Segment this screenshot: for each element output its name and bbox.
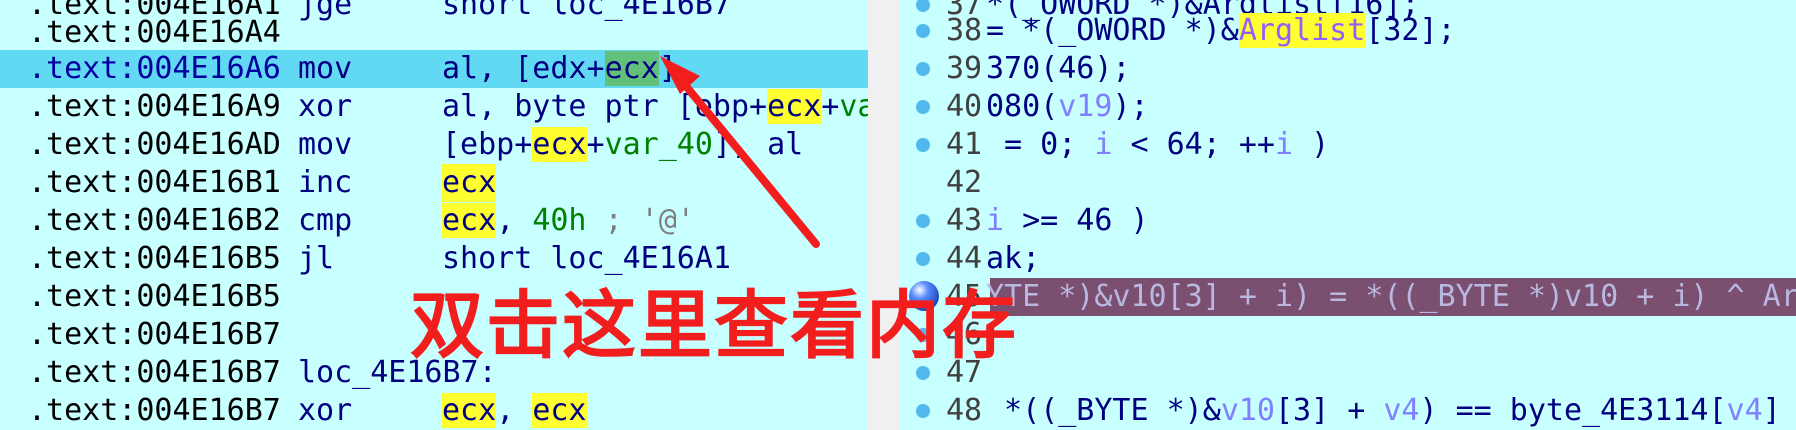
- line-number: 39: [946, 51, 983, 86]
- code-text[interactable]: YTE *)&v10[3] + i) = *((_BYTE *)v10 + i)…: [986, 278, 1796, 316]
- pseudo-line-breakpoint[interactable]: 45 YTE *)&v10[3] + i) = *((_BYTE *)v10 +…: [900, 278, 1796, 316]
- address: .text:004E16B7: [28, 355, 281, 390]
- mnemonic: mov: [298, 51, 353, 86]
- address: .text:004E16B1: [28, 165, 281, 200]
- pseudo-line[interactable]: 38 = *(_OWORD *)&Arglist[32];: [900, 12, 1796, 50]
- code-text[interactable]: ak;: [986, 240, 1040, 278]
- code-text[interactable]: 080(v19);: [986, 88, 1149, 126]
- operands[interactable]: ecx, 40h ; '@': [442, 202, 695, 240]
- annotation-text: 双击这里查看内存: [410, 283, 1018, 369]
- pseudo-line[interactable]: 39 370(46);: [900, 50, 1796, 88]
- address: .text:004E16A4: [28, 15, 281, 50]
- address: .text:004E16B7: [28, 317, 281, 352]
- breakpoint-dot-icon[interactable]: [916, 404, 930, 418]
- breakpoint-dot-icon[interactable]: [916, 252, 930, 266]
- line-number: 40: [946, 89, 983, 124]
- pseudo-line[interactable]: 42: [900, 164, 1796, 202]
- pseudo-line[interactable]: 43 i >= 46 ): [900, 202, 1796, 240]
- breakpoint-dot-icon[interactable]: [916, 138, 930, 152]
- mnemonic: cmp: [298, 203, 353, 238]
- operands[interactable]: ecx: [442, 164, 497, 202]
- pseudo-line[interactable]: 40 080(v19);: [900, 88, 1796, 126]
- pseudo-line[interactable]: 47: [900, 354, 1796, 392]
- breakpoint-dot-icon[interactable]: [916, 100, 930, 114]
- line-number: 42: [946, 165, 983, 200]
- mnemonic: inc: [298, 165, 353, 200]
- disasm-line-selected[interactable]: .text:004E16A6 mov al, [edx+ecx]: [0, 50, 868, 88]
- mnemonic: mov: [298, 127, 353, 162]
- disasm-line[interactable]: .text:004E16B2 cmp ecx, 40h ; '@': [0, 202, 868, 240]
- breakpoint-dot-icon[interactable]: [916, 214, 930, 228]
- disasm-line[interactable]: .text:004E16B1 inc ecx: [0, 164, 868, 202]
- mnemonic: jl: [298, 241, 335, 276]
- mnemonic: xor: [298, 393, 353, 428]
- mnemonic: xor: [298, 89, 353, 124]
- pseudo-line[interactable]: 41 = 0; i < 64; ++i ): [900, 126, 1796, 164]
- code-text[interactable]: 370(46);: [986, 50, 1131, 88]
- code-text[interactable]: *((_BYTE *)&v10[3] + v4) == byte_4E3114[…: [986, 392, 1781, 430]
- disasm-line[interactable]: .text:004E16B7 xor ecx, ecx: [0, 392, 868, 430]
- pseudo-line[interactable]: 44 ak;: [900, 240, 1796, 278]
- line-number: 48: [946, 393, 983, 428]
- breakpoint-dot-icon[interactable]: [916, 24, 930, 38]
- address: .text:004E16A6: [28, 51, 281, 86]
- disasm-line[interactable]: .text:004E16AD mov [ebp+ecx+var_40], al: [0, 126, 868, 164]
- line-number: 43: [946, 203, 983, 238]
- address: .text:004E16A9: [28, 89, 281, 124]
- operands[interactable]: short loc_4E16A1: [442, 240, 731, 278]
- address: .text:004E16B7: [28, 393, 281, 428]
- operands[interactable]: al, byte ptr [ebp+ecx+var_40]: [442, 88, 868, 126]
- line-number: 41: [946, 127, 983, 162]
- disasm-line[interactable]: .text:004E16A9 xor al, byte ptr [ebp+ecx…: [0, 88, 868, 126]
- line-number: 44: [946, 241, 983, 276]
- pseudo-line[interactable]: 48 *((_BYTE *)&v10[3] + v4) == byte_4E31…: [900, 392, 1796, 430]
- breakpoint-dot-icon[interactable]: [916, 0, 930, 12]
- operands[interactable]: ecx, ecx: [442, 392, 587, 430]
- address: .text:004E16B5: [28, 241, 281, 276]
- ecx-register-highlight[interactable]: ecx: [604, 51, 659, 86]
- address: .text:004E16B5: [28, 279, 281, 314]
- disasm-line[interactable]: .text:004E16A4: [0, 14, 868, 52]
- operands[interactable]: [ebp+ecx+var_40], al: [442, 126, 803, 164]
- operands[interactable]: al, [edx+ecx]: [442, 50, 677, 88]
- line-number: 38: [946, 13, 983, 48]
- pseudocode-view[interactable]: 37 *(_OWORD *)&Arglist[16]; 38 = *(_OWOR…: [900, 0, 1796, 430]
- breakpoint-dot-icon[interactable]: [916, 62, 930, 76]
- code-text[interactable]: = 0; i < 64; ++i ): [986, 126, 1329, 164]
- disasm-line[interactable]: .text:004E16B5 jl short loc_4E16A1: [0, 240, 868, 278]
- pseudo-line[interactable]: 46: [900, 316, 1796, 354]
- code-text[interactable]: i >= 46 ): [986, 202, 1149, 240]
- address: .text:004E16AD: [28, 127, 281, 162]
- code-text[interactable]: = *(_OWORD *)&Arglist[32];: [986, 12, 1456, 50]
- address: .text:004E16B2: [28, 203, 281, 238]
